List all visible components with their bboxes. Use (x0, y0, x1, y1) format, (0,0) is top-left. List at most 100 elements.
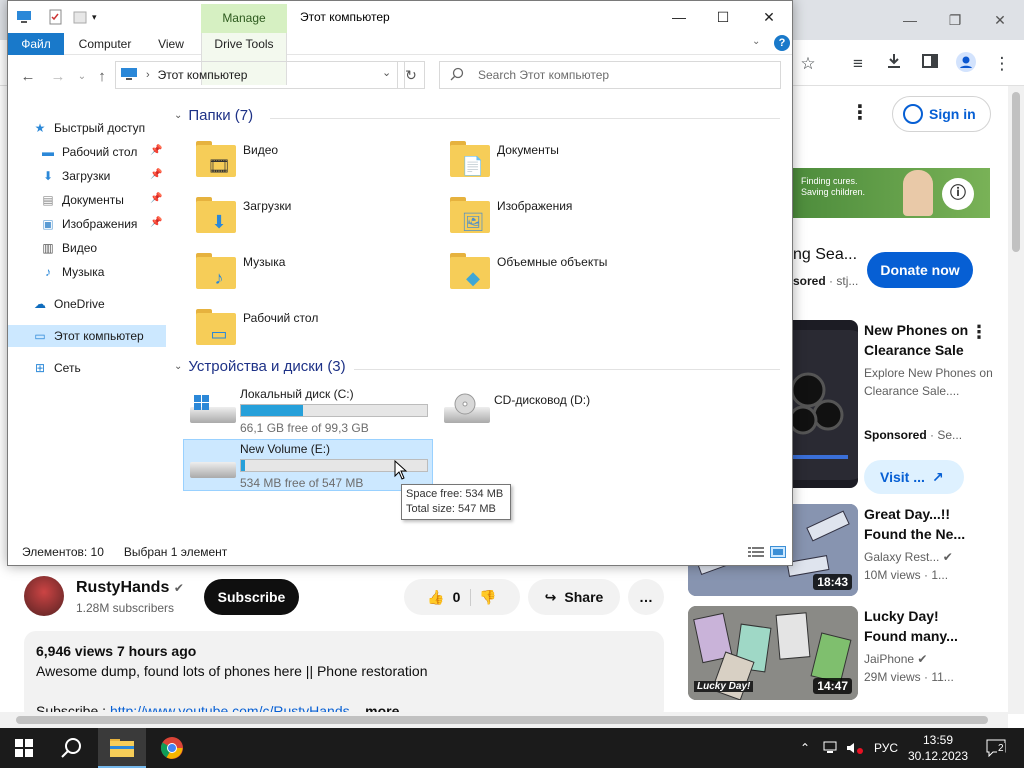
maximize-button[interactable]: ☐ (700, 5, 746, 29)
sidebar-item[interactable]: ⬇ Загрузки 📌 (8, 165, 166, 187)
subscribe-button[interactable]: Subscribe (204, 579, 299, 615)
sidebar-item[interactable]: ▭ Этот компьютер (8, 325, 166, 347)
sign-in-label: Sign in (929, 106, 976, 122)
drives-section-header[interactable]: ⌄ Устройства и диски (3) (174, 358, 346, 375)
help-icon[interactable]: ? (774, 35, 790, 51)
side-panel-icon[interactable] (918, 52, 942, 76)
vertical-scrollbar[interactable] (1008, 86, 1024, 714)
rec-title-1[interactable]: New Phones on Clearance Sale (864, 320, 974, 360)
folder-overlay-icon: ♪ (214, 268, 224, 288)
info-icon[interactable]: ⓘ (942, 178, 974, 210)
notification-center[interactable]: 2 (982, 728, 1010, 768)
forward-arrow-icon[interactable]: → (48, 67, 68, 87)
new-folder-icon[interactable] (72, 9, 88, 25)
drive-c[interactable]: Локальный диск (C:) 66,1 GB free of 99,3… (184, 385, 434, 437)
browser-minimize-button[interactable]: — (895, 8, 925, 32)
collapse-chevron-icon[interactable]: ⌄ (174, 361, 182, 372)
rec-title-3[interactable]: Lucky Day! Found many... (864, 606, 974, 646)
rec-channel-name-3[interactable]: JaiPhone (864, 652, 914, 666)
breadcrumb-chevron-icon[interactable]: › (146, 69, 150, 81)
rec-channel-name-2[interactable]: Galaxy Rest... (864, 550, 939, 564)
rec-thumb-caption-3: Lucky Day! (694, 681, 754, 692)
language-indicator[interactable]: РУС (874, 728, 898, 768)
hscroll-thumb[interactable] (16, 716, 988, 724)
like-button[interactable]: 👍 0 (427, 588, 472, 606)
show-hidden-icons[interactable]: ⌃ (800, 728, 818, 768)
recent-locations-icon[interactable]: ⌄ (72, 67, 92, 87)
channel-name[interactable]: RustyHands ✔ (76, 579, 184, 597)
sidebar-item[interactable]: ♪ Музыка (8, 261, 166, 283)
description-box[interactable]: 6,946 views 7 hours ago Awesome dump, fo… (24, 631, 664, 721)
browser-menu-icon[interactable]: ⋮ (990, 52, 1014, 76)
sidebar-item[interactable]: ☁ OneDrive (8, 293, 166, 315)
taskbar-file-explorer[interactable] (98, 728, 146, 768)
large-icons-view-icon[interactable] (770, 546, 786, 558)
folder-item[interactable]: ♪ Музыка (194, 249, 434, 301)
address-bar[interactable]: › Этот компьютер ⌄ (115, 61, 405, 89)
sidebar-item[interactable]: ▥ Видео (8, 237, 166, 259)
clock[interactable]: 13:59 30.12.2023 (902, 732, 974, 764)
browser-close-button[interactable]: ✕ (985, 8, 1015, 32)
sidebar-item[interactable]: ▤ Документы 📌 (8, 189, 166, 211)
start-button[interactable] (0, 728, 48, 768)
rec-title-2[interactable]: Great Day...!! Found the Ne... (864, 504, 974, 544)
tab-file[interactable]: Файл (8, 33, 64, 55)
address-dropdown-icon[interactable]: ⌄ (382, 66, 391, 79)
folder-item[interactable]: ▭ Рабочий стол (194, 305, 434, 357)
rec-thumbnail-3[interactable]: Lucky Day! 14:47 (688, 606, 858, 700)
sidebar-item[interactable]: ▣ Изображения 📌 (8, 213, 166, 235)
drive-d[interactable]: CD-дисковод (D:) (438, 385, 688, 437)
close-button[interactable]: ✕ (746, 5, 792, 29)
address-text[interactable]: Этот компьютер (158, 68, 248, 82)
sidebar-item[interactable]: ⊞ Сеть (8, 357, 166, 379)
rec-channel-2[interactable]: Galaxy Rest... ✔ (864, 548, 994, 566)
scroll-thumb[interactable] (1012, 92, 1020, 252)
media-control-icon[interactable]: ≡ (846, 52, 870, 76)
channel-avatar[interactable] (24, 576, 64, 616)
downloads-icon[interactable] (882, 52, 906, 76)
profile-avatar-icon[interactable] (954, 52, 978, 76)
back-arrow-icon[interactable]: ← (18, 67, 38, 87)
computer-icon (16, 9, 32, 25)
minimize-button[interactable]: — (656, 5, 702, 29)
folders-section-header[interactable]: ⌄ Папки (7) (174, 107, 253, 124)
rec-channel-3[interactable]: JaiPhone ✔ (864, 650, 994, 668)
description-text: Awesome dump, found lots of phones here … (36, 663, 428, 679)
horizontal-scrollbar[interactable] (0, 712, 1008, 728)
sidebar-item[interactable]: ★ Быстрый доступ (8, 117, 166, 139)
properties-icon[interactable] (48, 9, 64, 25)
channel-name-text[interactable]: RustyHands (76, 579, 169, 596)
up-arrow-icon[interactable]: ↑ (92, 67, 112, 87)
account-icon (903, 104, 923, 124)
tab-view[interactable]: View (148, 33, 194, 55)
more-actions-button[interactable]: … (628, 579, 664, 615)
manage-context-tab[interactable]: Manage (201, 4, 287, 33)
yt-settings-menu-icon[interactable]: ⋮ (850, 100, 870, 125)
taskbar-search-button[interactable] (48, 728, 96, 768)
expand-ribbon-icon[interactable]: ⌄ (752, 36, 760, 47)
sign-in-button[interactable]: Sign in (892, 96, 991, 132)
volume-muted-icon[interactable] (846, 728, 866, 768)
rec-menu-icon[interactable]: ⋮ (970, 322, 988, 343)
taskbar-chrome[interactable] (148, 728, 196, 768)
folder-item[interactable]: ⬇ Загрузки (194, 193, 434, 245)
refresh-button[interactable]: ↻ (397, 61, 425, 89)
network-icon[interactable] (823, 728, 843, 768)
dislike-button[interactable]: 👎 (479, 589, 496, 606)
search-box[interactable]: Search Этот компьютер (439, 61, 781, 89)
bookmark-star-icon[interactable]: ☆ (796, 52, 820, 76)
visit-site-button[interactable]: Visit ... ↗ (864, 460, 964, 494)
sidebar-item[interactable]: ▬ Рабочий стол 📌 (8, 141, 166, 163)
folder-item[interactable]: 📄 Документы (448, 137, 688, 189)
collapse-chevron-icon[interactable]: ⌄ (174, 110, 182, 121)
ad-title[interactable]: ng Sea... (793, 246, 857, 264)
customize-qat-icon[interactable]: ▾ (92, 9, 108, 25)
details-view-icon[interactable] (748, 546, 764, 558)
share-button[interactable]: ↪ Share (528, 579, 620, 615)
donate-now-button[interactable]: Donate now (867, 252, 973, 288)
tab-computer[interactable]: Computer (70, 33, 140, 55)
browser-restore-button[interactable]: ❐ (940, 8, 970, 32)
folder-item[interactable]: ◆ Объемные объекты (448, 249, 688, 301)
folder-item[interactable]: 🎞 Видео (194, 137, 434, 189)
folder-item[interactable]: 🖼 Изображения (448, 193, 688, 245)
